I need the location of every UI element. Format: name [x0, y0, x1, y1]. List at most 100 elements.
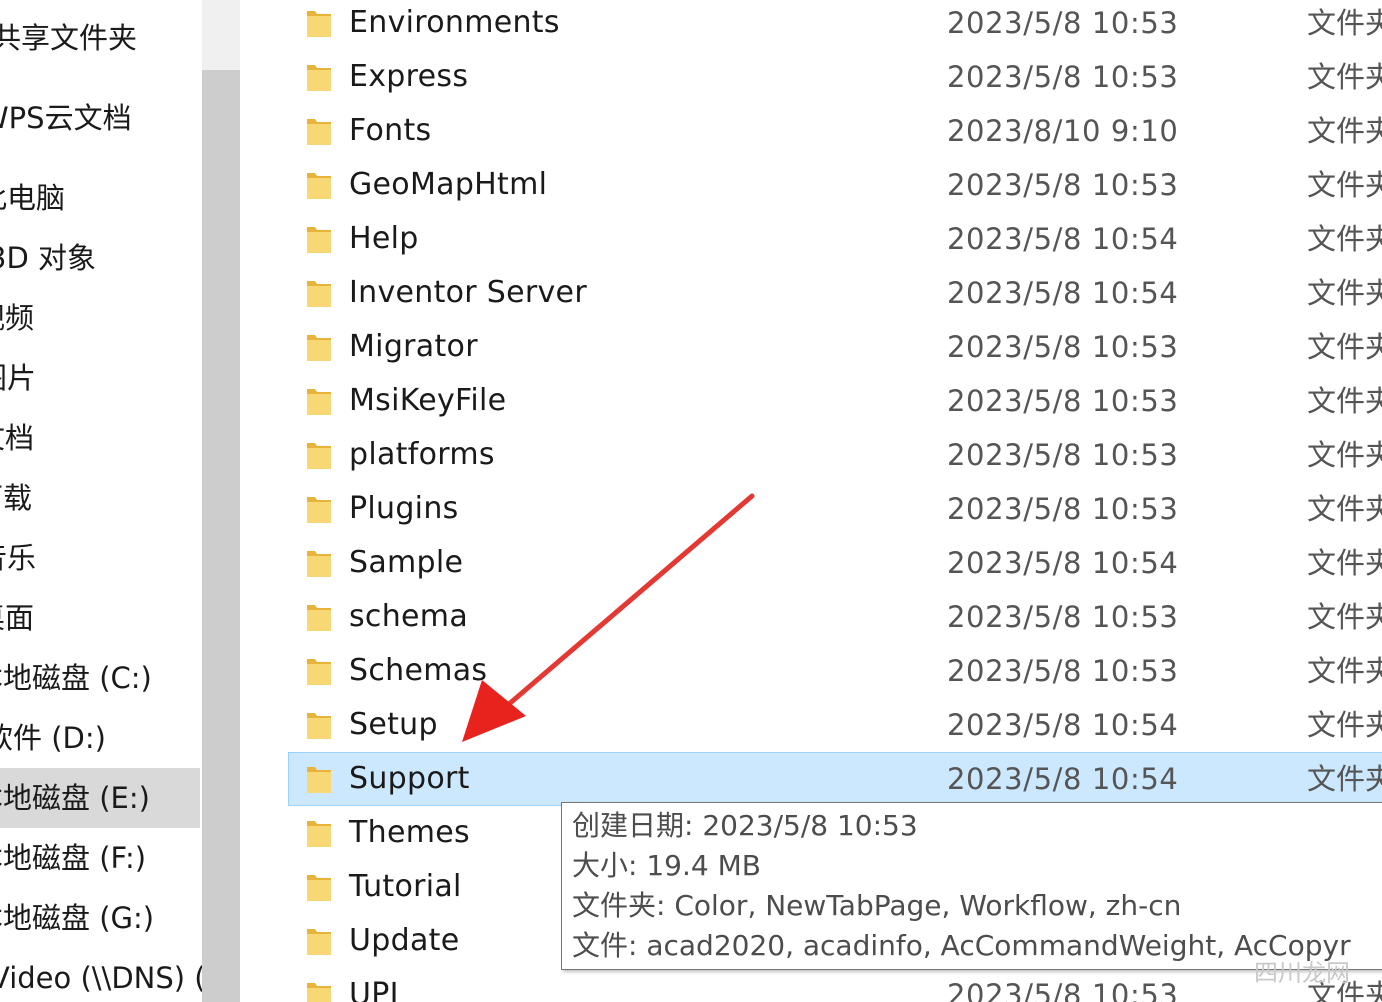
- nav-item[interactable]: 图片: [0, 348, 200, 408]
- nav-item[interactable]: 本地磁盘 (G:): [0, 888, 200, 948]
- file-row[interactable]: Schemas 2023/5/8 10:53 文件夹: [288, 644, 1382, 698]
- file-row[interactable]: Help 2023/5/8 10:54 文件夹: [288, 212, 1382, 266]
- file-row[interactable]: Fonts 2023/8/10 9:10 文件夹: [288, 104, 1382, 158]
- nav-item-label: 本地磁盘 (F:): [0, 841, 147, 875]
- nav-item-label: 文档: [0, 421, 35, 455]
- file-name: Plugins: [349, 491, 459, 526]
- navigation-scrollbar[interactable]: [202, 0, 240, 1002]
- nav-item[interactable]: 软件 (D:): [0, 708, 200, 768]
- file-date-modified: 2023/5/8 10:54: [947, 762, 1179, 796]
- file-type: 文件夹: [1307, 762, 1382, 796]
- file-name: Migrator: [349, 329, 478, 364]
- folder-icon: [305, 61, 333, 95]
- nav-item-label: 桌面: [0, 601, 35, 635]
- file-row[interactable]: Environments 2023/5/8 10:53 文件夹: [288, 0, 1382, 50]
- tooltip-created-date: 创建日期: 2023/5/8 10:53: [572, 809, 918, 842]
- file-row[interactable]: Plugins 2023/5/8 10:53 文件夹: [288, 482, 1382, 536]
- file-row[interactable]: MsiKeyFile 2023/5/8 10:53 文件夹: [288, 374, 1382, 428]
- folder-icon: [305, 601, 333, 635]
- file-row[interactable]: GeoMapHtml 2023/5/8 10:53 文件夹: [288, 158, 1382, 212]
- nav-item[interactable]: 桌面: [0, 588, 200, 648]
- file-row[interactable]: platforms 2023/5/8 10:53 文件夹: [288, 428, 1382, 482]
- nav-item[interactable]: WPS云文档: [0, 88, 200, 148]
- file-name: platforms: [349, 437, 495, 472]
- nav-item[interactable]: 视频: [0, 288, 200, 348]
- file-name: Setup: [349, 707, 438, 742]
- nav-item[interactable]: 3D 对象: [0, 228, 200, 288]
- tooltip-size: 大小: 19.4 MB: [572, 849, 761, 882]
- folder-info-tooltip: 创建日期: 2023/5/8 10:53 大小: 19.4 MB 文件夹: Co…: [561, 802, 1382, 970]
- tooltip-files: 文件: acad2020, acadinfo, AcCommandWeight,…: [572, 929, 1351, 962]
- nav-item[interactable]: 共享文件夹: [0, 8, 200, 68]
- folder-icon: [305, 7, 333, 41]
- file-type: 文件夹: [1307, 168, 1382, 202]
- folder-icon: [305, 763, 333, 797]
- file-name: Express: [349, 59, 469, 94]
- file-date-modified: 2023/5/8 10:53: [947, 600, 1179, 634]
- file-date-modified: 2023/5/8 10:53: [947, 492, 1179, 526]
- watermark-text: 四川龙网: [1254, 959, 1350, 987]
- file-date-modified: 2023/5/8 10:53: [947, 330, 1179, 364]
- scrollbar-thumb[interactable]: [202, 70, 240, 1002]
- nav-item[interactable]: 本地磁盘 (F:): [0, 828, 200, 888]
- file-date-modified: 2023/8/10 9:10: [947, 114, 1179, 148]
- file-name: schema: [349, 599, 469, 634]
- nav-item[interactable]: 音乐: [0, 528, 200, 588]
- file-date-modified: 2023/5/8 10:53: [947, 978, 1179, 1002]
- file-name: GeoMapHtml: [349, 167, 548, 202]
- file-date-modified: 2023/5/8 10:53: [947, 438, 1179, 472]
- file-date-modified: 2023/5/8 10:53: [947, 6, 1179, 40]
- nav-item[interactable]: 此电脑: [0, 168, 200, 228]
- file-date-modified: 2023/5/8 10:53: [947, 654, 1179, 688]
- nav-item-label: 下载: [0, 481, 33, 515]
- folder-icon: [305, 817, 333, 851]
- nav-item-label: 音乐: [0, 541, 37, 575]
- file-row[interactable]: Sample 2023/5/8 10:54 文件夹: [288, 536, 1382, 590]
- file-name: Fonts: [349, 113, 432, 148]
- file-row[interactable]: Setup 2023/5/8 10:54 文件夹: [288, 698, 1382, 752]
- file-date-modified: 2023/5/8 10:53: [947, 384, 1179, 418]
- folder-icon: [305, 709, 333, 743]
- nav-item[interactable]: Video (\\DNS) (: [0, 948, 202, 1002]
- folder-icon: [305, 439, 333, 473]
- file-name: Sample: [349, 545, 464, 580]
- file-name: Schemas: [349, 653, 488, 688]
- file-type: 文件夹: [1307, 384, 1382, 418]
- file-date-modified: 2023/5/8 10:53: [947, 60, 1179, 94]
- file-type: 文件夹: [1307, 600, 1382, 634]
- file-name: Support: [349, 761, 470, 796]
- file-date-modified: 2023/5/8 10:54: [947, 546, 1179, 580]
- nav-item-label: 图片: [0, 361, 37, 395]
- file-row[interactable]: Express 2023/5/8 10:53 文件夹: [288, 50, 1382, 104]
- file-row[interactable]: UPI 2023/5/8 10:53 文件夹: [288, 968, 1382, 1002]
- folder-icon: [305, 115, 333, 149]
- file-row[interactable]: schema 2023/5/8 10:53 文件夹: [288, 590, 1382, 644]
- nav-item[interactable]: 下载: [0, 468, 200, 528]
- file-name: Update: [349, 923, 460, 958]
- file-type: 文件夹: [1307, 276, 1382, 310]
- file-type: 文件夹: [1307, 6, 1382, 40]
- tooltip-subfolders: 文件夹: Color, NewTabPage, Workflow, zh-cn: [572, 889, 1182, 922]
- file-type: 文件夹: [1307, 492, 1382, 526]
- nav-item-label: 共享文件夹: [0, 21, 138, 55]
- file-type: 文件夹: [1307, 654, 1382, 688]
- nav-item-label: WPS云文档: [0, 101, 132, 135]
- nav-item[interactable]: 本地磁盘 (C:): [0, 648, 200, 708]
- file-row[interactable]: Support 2023/5/8 10:54 文件夹: [288, 752, 1382, 806]
- nav-item-label: 本地磁盘 (G:): [0, 901, 155, 935]
- file-name: Inventor Server: [349, 275, 587, 310]
- nav-item-label: 本地磁盘 (E:): [0, 781, 150, 815]
- file-row[interactable]: Inventor Server 2023/5/8 10:54 文件夹: [288, 266, 1382, 320]
- nav-item-label: 3D 对象: [0, 241, 96, 275]
- nav-item-label: 本地磁盘 (C:): [0, 661, 152, 695]
- scrollbar-track[interactable]: [202, 0, 240, 70]
- file-row[interactable]: Migrator 2023/5/8 10:53 文件夹: [288, 320, 1382, 374]
- file-type: 文件夹: [1307, 708, 1382, 742]
- folder-icon: [305, 979, 333, 1002]
- nav-item[interactable]: 本地磁盘 (E:): [0, 768, 200, 828]
- folder-icon: [305, 169, 333, 203]
- file-date-modified: 2023/5/8 10:54: [947, 222, 1179, 256]
- file-name: Themes: [349, 815, 470, 850]
- file-name: UPI: [349, 977, 399, 1002]
- nav-item[interactable]: 文档: [0, 408, 200, 468]
